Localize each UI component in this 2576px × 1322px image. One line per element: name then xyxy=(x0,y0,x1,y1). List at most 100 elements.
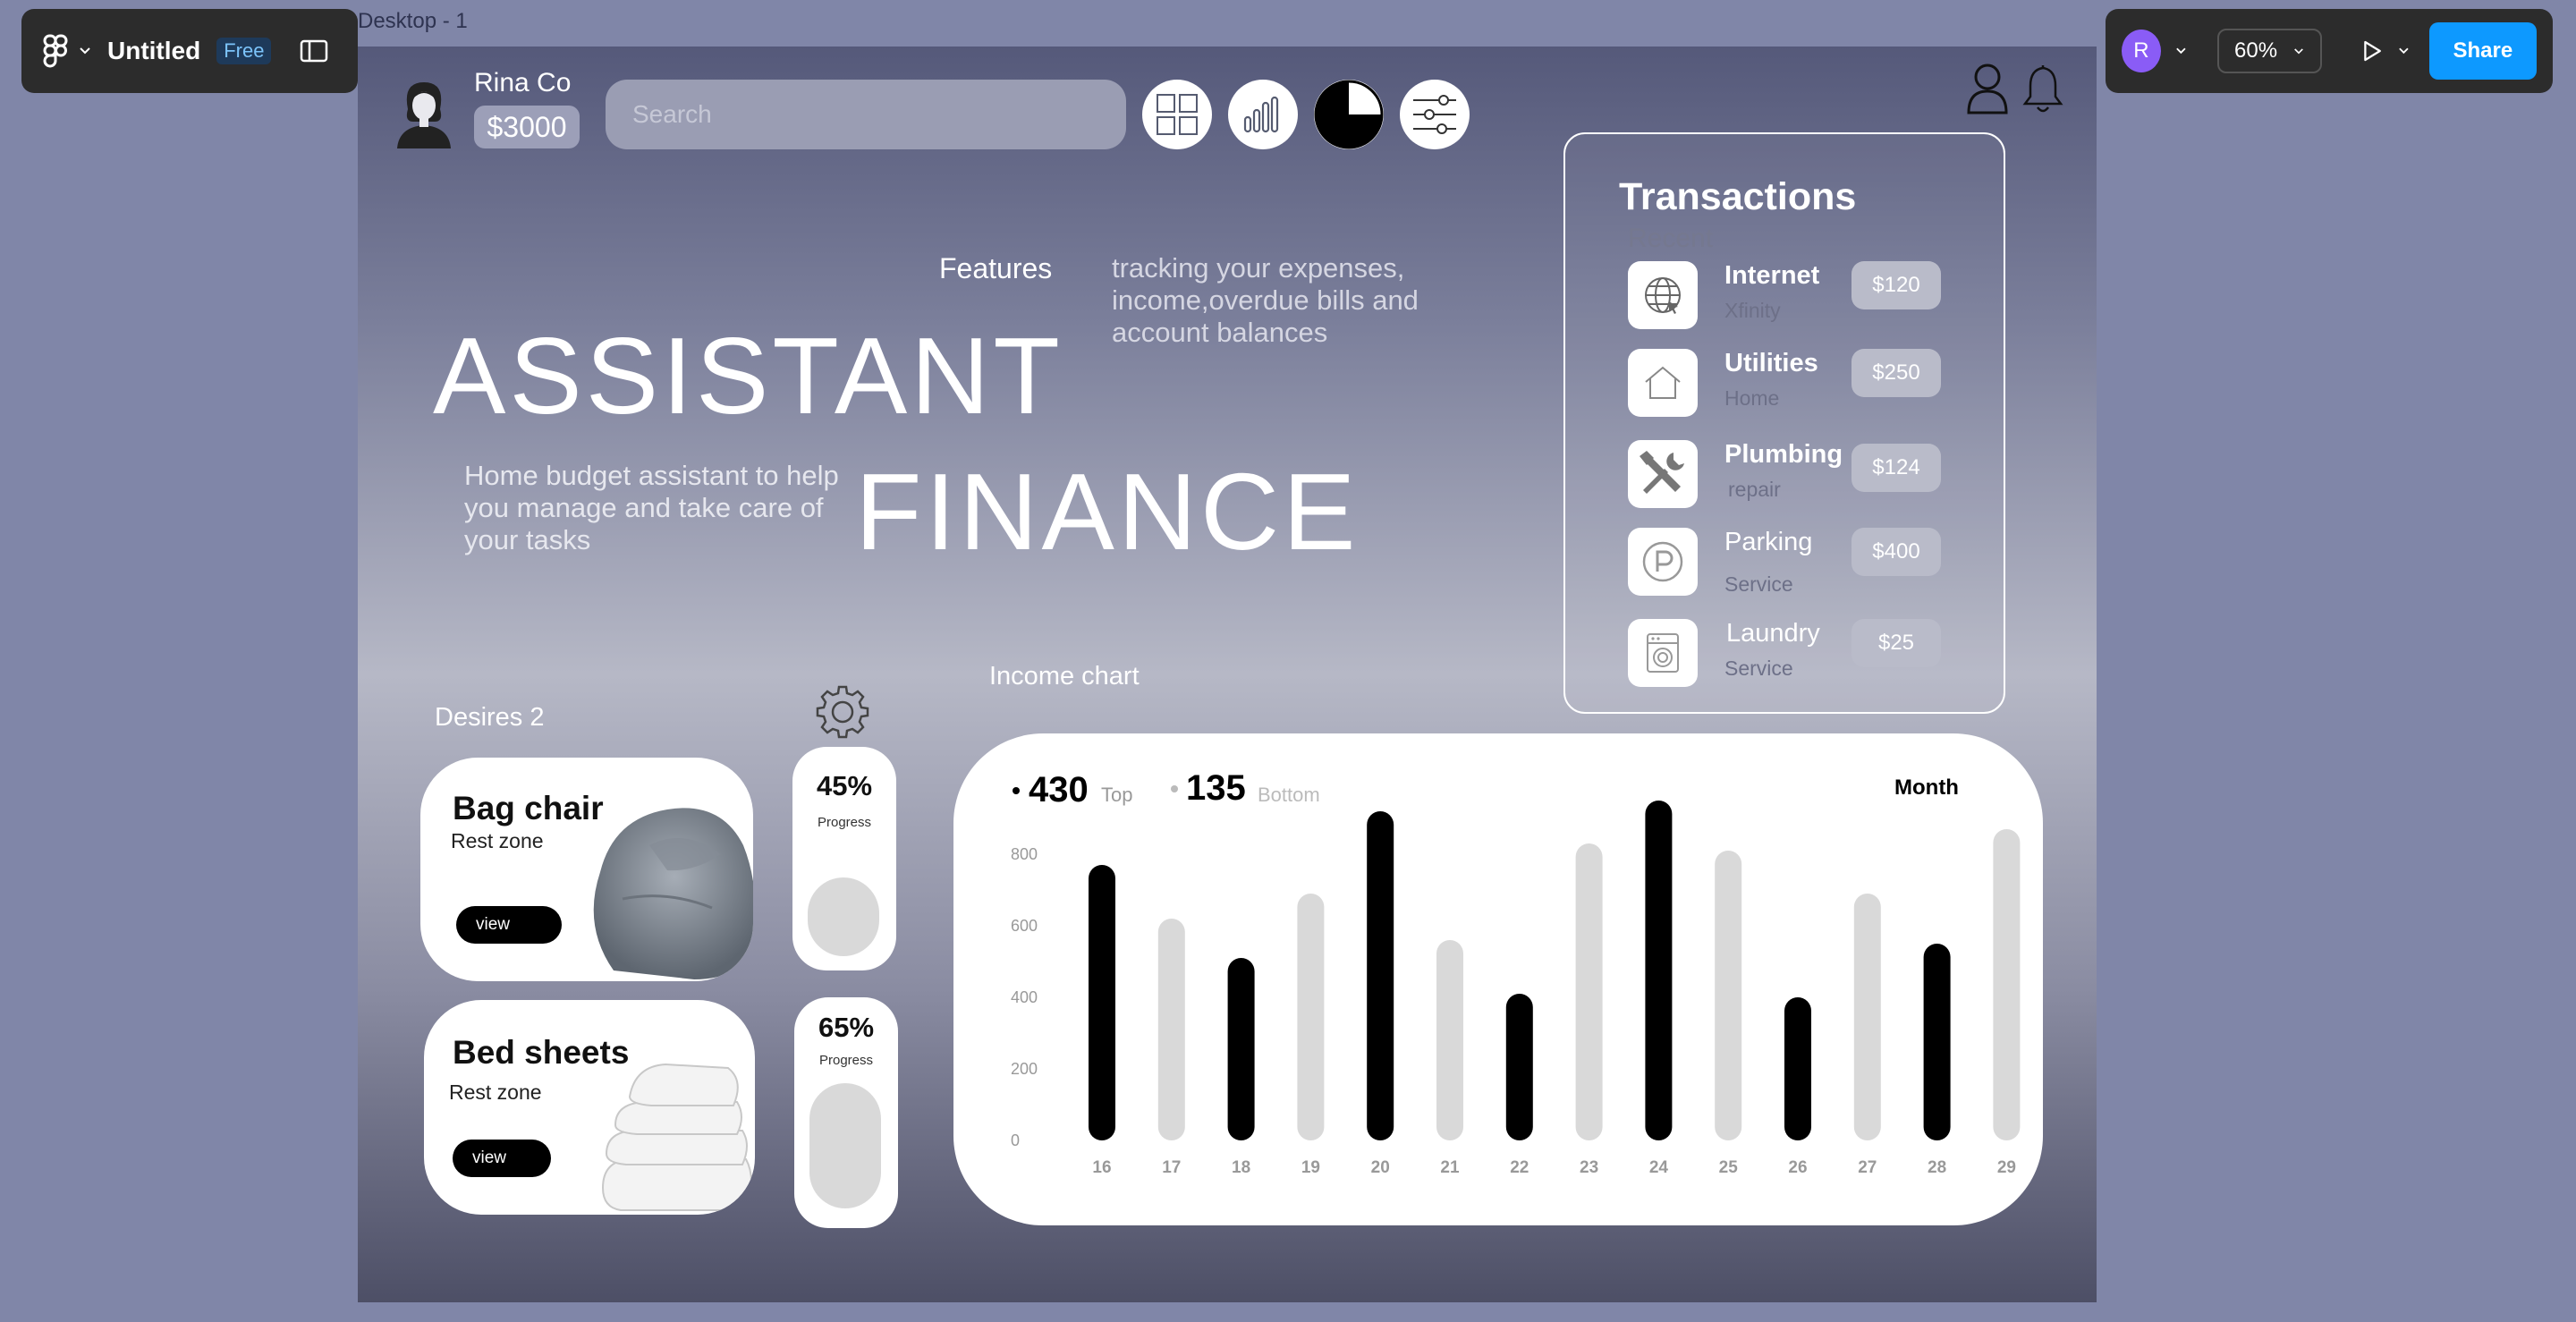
dashboard-button[interactable] xyxy=(1142,80,1212,149)
x-tick-label: 16 xyxy=(1092,1158,1111,1177)
chart-bar-16[interactable] xyxy=(1089,865,1115,1140)
period-selector[interactable]: Month xyxy=(1894,775,1959,800)
chart-bar-23[interactable] xyxy=(1575,843,1603,1140)
transactions-card: Transactions Recent Internet Xfinity $12… xyxy=(1563,132,2005,714)
transactions-title: Transactions xyxy=(1619,175,1857,218)
settings-sliders-button[interactable] xyxy=(1400,80,1470,149)
desire-subtitle: Rest zone xyxy=(449,1080,542,1104)
view-button[interactable]: view xyxy=(453,1140,551,1177)
desire-title: Bag chair xyxy=(453,790,604,826)
search-input[interactable] xyxy=(606,80,1126,149)
desire-card-bag-chair[interactable]: Bag chair Rest zone view xyxy=(420,758,753,981)
income-chart: 430 Top 135 Bottom Month 0 200 400 600 800 16… xyxy=(1011,768,2021,1177)
bed-sheets-image xyxy=(601,1063,752,1211)
chart-bar-25[interactable] xyxy=(1715,851,1742,1140)
chart-bar-19[interactable] xyxy=(1297,894,1325,1140)
parking-icon xyxy=(1628,528,1698,596)
chart-bar-26[interactable] xyxy=(1784,997,1811,1140)
transaction-amount: $120 xyxy=(1852,261,1941,309)
sidebar-toggle-icon[interactable] xyxy=(300,39,328,63)
chart-bar-20[interactable] xyxy=(1367,811,1394,1140)
progress-value: 65% xyxy=(818,1012,875,1043)
transaction-name: Laundry xyxy=(1726,619,1820,648)
pie-chart-icon xyxy=(1314,80,1384,149)
transaction-row-internet[interactable]: Internet Xfinity $120 xyxy=(1628,261,1950,333)
chart-bar-22[interactable] xyxy=(1505,994,1533,1140)
hero-title-line-2: FINANCE xyxy=(855,451,1360,572)
chart-title: Income chart xyxy=(989,662,1140,691)
share-button[interactable]: Share xyxy=(2428,22,2537,80)
transaction-row-utilities[interactable]: Utilities Home $250 xyxy=(1628,349,1950,420)
desire-subtitle: Rest zone xyxy=(451,829,544,852)
x-tick-label: 20 xyxy=(1371,1158,1390,1177)
figma-main-menu[interactable] xyxy=(43,34,91,68)
bottom-label: Bottom xyxy=(1258,784,1320,806)
chart-bar-29[interactable] xyxy=(1993,829,2021,1140)
chart-bar-24[interactable] xyxy=(1645,801,1673,1140)
zoom-dropdown[interactable]: 60% xyxy=(2216,29,2322,73)
desire-card-bed-sheets[interactable]: Bed sheets Rest zone view xyxy=(424,1000,755,1215)
profile-icon[interactable] xyxy=(1966,63,2009,114)
y-tick-label: 0 xyxy=(1011,1131,1020,1149)
transaction-name: Utilities xyxy=(1724,349,1818,377)
x-tick-label: 21 xyxy=(1440,1158,1460,1177)
transaction-row-parking[interactable]: Parking Service $400 xyxy=(1628,528,1950,599)
transaction-name: Plumbing xyxy=(1724,440,1843,469)
chevron-down-icon[interactable] xyxy=(2175,47,2187,55)
sliders-icon xyxy=(1413,95,1456,134)
plan-badge[interactable]: Free xyxy=(216,38,272,64)
figma-logo-icon xyxy=(43,34,68,68)
user-avatar-icon xyxy=(397,82,451,148)
chart-bar-28[interactable] xyxy=(1923,944,1951,1140)
transaction-row-laundry[interactable]: Laundry Service $25 xyxy=(1628,619,1950,691)
document-title[interactable]: Untitled xyxy=(107,37,200,65)
gear-icon[interactable] xyxy=(814,683,871,741)
progress-bar xyxy=(809,1083,881,1208)
transaction-desc: Service xyxy=(1724,657,1793,680)
transaction-amount: $124 xyxy=(1852,444,1941,492)
y-tick-label: 600 xyxy=(1011,917,1038,935)
transaction-desc: Service xyxy=(1724,572,1793,596)
bottom-value: 135 xyxy=(1186,768,1246,808)
x-tick-label: 29 xyxy=(1997,1158,2016,1177)
design-frame: Rina Co $3000 Search Features tracking y… xyxy=(358,47,2097,1302)
play-icon[interactable] xyxy=(2360,38,2384,64)
statistics-button[interactable] xyxy=(1228,80,1298,149)
x-tick-label: 25 xyxy=(1719,1158,1739,1177)
x-tick-label: 28 xyxy=(1928,1158,1946,1177)
view-button[interactable]: view xyxy=(456,906,562,944)
bar-chart-icon xyxy=(1243,96,1279,133)
x-tick-label: 18 xyxy=(1232,1158,1250,1177)
tools-icon xyxy=(1628,440,1698,508)
chart-bar-27[interactable] xyxy=(1853,894,1881,1140)
x-tick-label: 19 xyxy=(1301,1158,1320,1177)
transaction-row-plumbing[interactable]: Plumbing repair $124 xyxy=(1628,440,1950,512)
progress-value: 45% xyxy=(816,770,873,801)
transaction-amount: $250 xyxy=(1852,349,1941,397)
transaction-desc: Home xyxy=(1724,386,1780,410)
bell-icon[interactable] xyxy=(2021,64,2064,114)
transaction-amount: $400 xyxy=(1852,528,1941,576)
features-label: Features xyxy=(939,252,1053,284)
x-tick-label: 24 xyxy=(1649,1158,1669,1177)
hero-tagline: Home budget assistant to help you manage… xyxy=(464,460,839,555)
figma-file-toolbar: Untitled Free xyxy=(21,9,358,93)
pie-chart-button[interactable] xyxy=(1314,80,1384,149)
x-tick-label: 22 xyxy=(1510,1158,1529,1177)
progress-card-bag-chair: 45% Progress xyxy=(792,747,896,970)
progress-label: Progress xyxy=(817,815,872,830)
chevron-down-icon[interactable] xyxy=(2398,47,2410,55)
x-tick-label: 27 xyxy=(1858,1158,1877,1177)
chart-bar-17[interactable] xyxy=(1157,919,1185,1140)
chart-bar-18[interactable] xyxy=(1227,958,1255,1140)
chart-bar-21[interactable] xyxy=(1436,940,1463,1140)
transaction-desc: repair xyxy=(1728,478,1781,501)
chevron-down-icon xyxy=(2294,47,2303,54)
desires-label: Desires 2 xyxy=(435,703,545,732)
washing-machine-icon xyxy=(1628,619,1698,687)
y-tick-label: 200 xyxy=(1011,1060,1038,1078)
frame-label[interactable]: Desktop - 1 xyxy=(358,9,468,34)
top-value: 430 xyxy=(1029,770,1089,809)
user-avatar[interactable]: R xyxy=(2122,30,2161,72)
transaction-desc: Xfinity xyxy=(1724,299,1781,322)
